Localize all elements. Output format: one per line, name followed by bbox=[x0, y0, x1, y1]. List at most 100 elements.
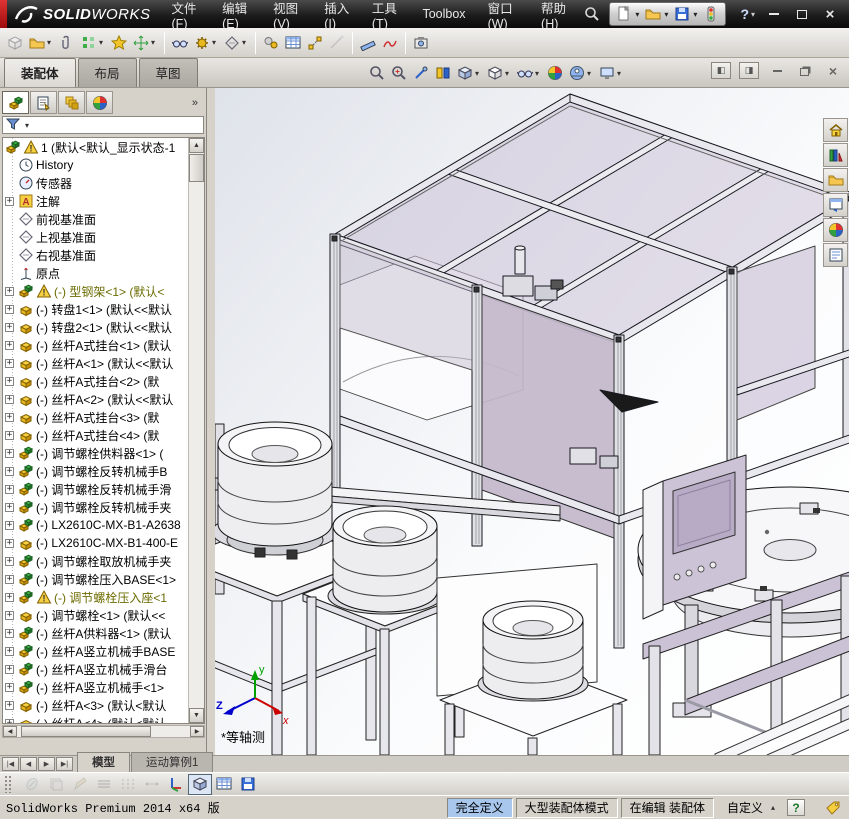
tab-nav-button-3[interactable]: ▶ bbox=[38, 757, 55, 771]
tree-root-item[interactable]: ! 1 (默认<默认_显示状态-1 bbox=[3, 138, 188, 156]
tree-item[interactable]: + A 注解 bbox=[3, 192, 188, 210]
tree-item[interactable]: + (-) 丝杆A竖立机械手滑台 bbox=[3, 660, 188, 678]
tree-expander[interactable]: + bbox=[5, 628, 14, 638]
tree-item[interactable]: + (-) 丝杆A竖立机械手<1> bbox=[3, 678, 188, 696]
menu-item-8[interactable]: 帮助(H) bbox=[530, 0, 582, 31]
zoom-to-area-button[interactable] bbox=[388, 61, 410, 85]
tree-item[interactable]: + (-) LX2610C-MX-B1-A2638 bbox=[3, 516, 188, 534]
tree-expander[interactable]: + bbox=[5, 322, 14, 332]
tree-item[interactable]: + (-) 调节螺栓反转机械手滑 bbox=[3, 480, 188, 498]
tree-item[interactable]: + (-) 丝杆A<3> (默认<默认 bbox=[3, 696, 188, 714]
simulation-advisor-button[interactable] bbox=[379, 30, 401, 56]
tree-item[interactable]: + (-) 调节螺栓取放机械手夹 bbox=[3, 552, 188, 570]
filter-dropdown-arrow[interactable]: ▾ bbox=[23, 121, 31, 130]
insert-components-dropdown-arrow[interactable]: ▾ bbox=[45, 38, 53, 47]
tree-expander[interactable]: + bbox=[5, 358, 14, 368]
tree-expander[interactable]: + bbox=[5, 430, 14, 440]
tree-item[interactable]: + (-) 丝杆A式挂台<1> (默认 bbox=[3, 336, 188, 354]
tab-nav-button-1[interactable]: |◀ bbox=[2, 757, 19, 771]
tree-expander[interactable]: + bbox=[5, 610, 14, 620]
apply-scene-dropdown-arrow[interactable]: ▾ bbox=[585, 69, 593, 78]
tree-expander[interactable]: + bbox=[5, 718, 14, 723]
tree-expander[interactable]: + bbox=[5, 484, 14, 494]
tree-expander[interactable]: + bbox=[5, 340, 14, 350]
tree-expander[interactable]: + bbox=[5, 286, 14, 296]
previous-view-button[interactable] bbox=[410, 61, 432, 85]
menu-item-2[interactable]: 编辑(E) bbox=[211, 0, 262, 31]
save-document-dropdown-arrow[interactable]: ▾ bbox=[691, 10, 699, 19]
tree-expander[interactable]: + bbox=[5, 304, 14, 314]
design-table-button[interactable] bbox=[212, 774, 236, 795]
panel-splitter[interactable] bbox=[208, 88, 215, 755]
new-motion-study-button[interactable] bbox=[260, 30, 282, 56]
mate-button[interactable] bbox=[56, 30, 78, 56]
tree-expander[interactable]: + bbox=[5, 646, 14, 656]
tree-expander[interactable]: + bbox=[5, 394, 14, 404]
tree-expander[interactable]: + bbox=[5, 592, 14, 602]
menu-item-3[interactable]: 视图(V) bbox=[262, 0, 313, 31]
panel-tab-featuremanager[interactable] bbox=[2, 91, 29, 114]
linear-component-pattern-dropdown-arrow[interactable]: ▾ bbox=[97, 38, 105, 47]
assembly-3d-view[interactable]: Z x y *等轴测 bbox=[215, 88, 849, 755]
tree-item[interactable]: +! (-) 调节螺栓压入座<1 bbox=[3, 588, 188, 606]
view-settings-dropdown-arrow[interactable]: ▾ bbox=[615, 69, 623, 78]
help-button[interactable]: ? ▾ bbox=[740, 6, 757, 22]
exploded-view-button[interactable] bbox=[304, 30, 326, 56]
scroll-up-button[interactable]: ▲ bbox=[189, 138, 204, 153]
zoom-to-fit-button[interactable] bbox=[366, 61, 388, 85]
tree-item[interactable]: + (-) 调节螺栓反转机械手夹 bbox=[3, 498, 188, 516]
tree-item[interactable]: 上视基准面 bbox=[3, 228, 188, 246]
feature-filter-row[interactable]: ▾ bbox=[2, 116, 204, 134]
show-hidden-components-button[interactable] bbox=[169, 30, 191, 56]
commandmanager-tab-3[interactable]: 草图 bbox=[138, 58, 198, 87]
tree-item[interactable]: + (-) 转盘2<1> (默认<<默认 bbox=[3, 318, 188, 336]
taskpane-file-explorer-button[interactable] bbox=[823, 193, 848, 217]
move-component-dropdown-arrow[interactable]: ▾ bbox=[149, 38, 157, 47]
open-document-button[interactable]: ▾ bbox=[643, 3, 672, 25]
save-table-button[interactable] bbox=[236, 774, 260, 795]
section-view-button[interactable] bbox=[432, 61, 454, 85]
menu-item-4[interactable]: 插入(I) bbox=[313, 0, 361, 31]
view-settings-button[interactable]: ▾ bbox=[596, 61, 626, 85]
maximize-button[interactable] bbox=[791, 5, 813, 23]
tree-item[interactable]: + (-) 丝杆A式挂台<2> (默 bbox=[3, 372, 188, 390]
assembly-features-dropdown-arrow[interactable]: ▾ bbox=[210, 38, 218, 47]
close-button[interactable]: × bbox=[819, 5, 841, 23]
tree-expander[interactable]: + bbox=[5, 520, 14, 530]
tree-expander[interactable]: + bbox=[5, 502, 14, 512]
minimize-button[interactable] bbox=[763, 5, 785, 23]
tab-nav-button-4[interactable]: ▶| bbox=[56, 757, 73, 771]
panel-tab-configurationmanager[interactable] bbox=[58, 91, 85, 114]
tree-item[interactable]: + (-) 丝杆A式挂台<4> (默 bbox=[3, 426, 188, 444]
open-document-dropdown-arrow[interactable]: ▾ bbox=[662, 10, 670, 19]
edit-appearance-button[interactable] bbox=[544, 61, 566, 85]
tree-expander[interactable]: + bbox=[5, 700, 14, 710]
filter-funnel-icon[interactable] bbox=[5, 116, 21, 135]
taskpane-custom-properties-button[interactable] bbox=[823, 243, 848, 267]
smart-fasteners-button[interactable] bbox=[108, 30, 130, 56]
tree-item[interactable]: + (-) 调节螺栓反转机械手B bbox=[3, 462, 188, 480]
tree-item[interactable]: +! (-) 型钢架<1> (默认< bbox=[3, 282, 188, 300]
search-icon[interactable] bbox=[582, 3, 602, 25]
bill-of-materials-button[interactable] bbox=[282, 30, 304, 56]
tree-expander[interactable]: + bbox=[5, 682, 14, 692]
scroll-right-button[interactable]: ▶ bbox=[190, 726, 204, 737]
toolbar-drag-handle[interactable] bbox=[4, 775, 12, 793]
tab-nav-button-2[interactable]: ◀ bbox=[20, 757, 37, 771]
tree-item[interactable]: 前视基准面 bbox=[3, 210, 188, 228]
tree-item[interactable]: + (-) 丝杆A竖立机械手BASE bbox=[3, 642, 188, 660]
commandmanager-tab-2[interactable]: 布局 bbox=[77, 58, 137, 87]
tree-item[interactable]: + (-) 丝杆A<2> (默认<<默认 bbox=[3, 390, 188, 408]
tree-item[interactable]: + (-) 丝杆A供料器<1> (默认 bbox=[3, 624, 188, 642]
instant-3d-button[interactable] bbox=[357, 30, 379, 56]
new-document-dropdown-arrow[interactable]: ▾ bbox=[633, 10, 641, 19]
save-document-button[interactable]: ▾ bbox=[672, 3, 701, 25]
taskpane-design-library-button[interactable] bbox=[823, 168, 848, 192]
view-orientation-dropdown-arrow[interactable]: ▾ bbox=[473, 69, 481, 78]
panel-tab-displaymanager[interactable] bbox=[86, 91, 113, 114]
tag-icon[interactable] bbox=[821, 800, 845, 816]
pane-left-button[interactable]: ◧ bbox=[711, 62, 731, 79]
menu-item-6[interactable]: Toolbox bbox=[411, 0, 476, 28]
tree-item[interactable]: + (-) 丝杆A<1> (默认<<默认 bbox=[3, 354, 188, 372]
display-style-dropdown-arrow[interactable]: ▾ bbox=[503, 69, 511, 78]
